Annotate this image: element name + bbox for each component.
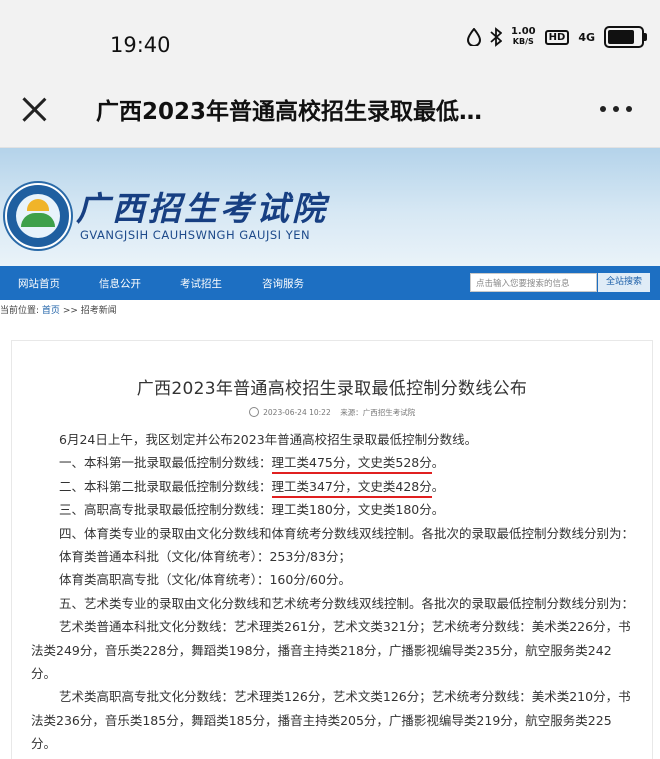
- signal-4g-icon: 4G: [578, 30, 595, 44]
- clock: 19:40: [110, 33, 171, 57]
- site-banner: 广西招生考试院 GVANGJSIH CAUHSWNGH GAUJSI YEN: [0, 148, 660, 266]
- data-saver-icon: [466, 28, 481, 46]
- site-nav: 网站首页 信息公开 考试招生 咨询服务 点击输入您要搜索的信息 全站搜索: [0, 266, 660, 300]
- article-date: 2023-06-24 10:22: [263, 408, 331, 417]
- intro: 6月24日上午，我区划定并公布2023年普通高校招生录取最低控制分数线。: [59, 432, 478, 447]
- more-options-button[interactable]: [600, 106, 632, 112]
- bluetooth-icon: [490, 27, 502, 47]
- status-bar: 19:40 1.00 KB/S HD 4G: [0, 0, 660, 72]
- art-1: 艺术类普通本科批文化分数线：艺术理类261分，艺术文类321分；艺术统考分数线：…: [31, 619, 631, 682]
- page-title: 广西2023年普通高校招生录取最低…: [96, 99, 483, 125]
- breadcrumb-home-link[interactable]: 首页: [42, 306, 60, 316]
- line-5: 五、艺术类专业的录取由文化分数线和艺术统考分数线双线控制。各批次的录取最低控制分…: [59, 595, 635, 611]
- network-speed: 1.00 KB/S: [510, 26, 536, 47]
- nav-consult[interactable]: 咨询服务: [262, 276, 304, 291]
- sports-1: 体育类普通本科批（文化/体育统考）：253分/83分；: [59, 549, 351, 565]
- article: 广西2023年普通高校招生录取最低控制分数线公布 2023-06-24 10:2…: [11, 340, 653, 759]
- art-2: 艺术类高职高专批文化分数线：艺术理类126分，艺术文类126分；艺术统考分数线：…: [31, 689, 631, 752]
- article-meta: 2023-06-24 10:22 来源：广西招生考试院: [12, 407, 652, 418]
- line-3: 三、高职高专批录取最低控制分数线：理工类180分，文史类180分。: [59, 502, 445, 518]
- site-logo[interactable]: [5, 183, 71, 249]
- breadcrumb: 当前位置: 首页 >> 招考新闻: [0, 306, 117, 316]
- nav-home[interactable]: 网站首页: [18, 276, 60, 291]
- article-title: 广西2023年普通高校招生录取最低控制分数线公布: [136, 379, 528, 399]
- line-1-scores: 理工类475分，文史类528分: [271, 455, 432, 475]
- nav-exam[interactable]: 考试招生: [180, 276, 222, 291]
- search-input[interactable]: 点击输入您要搜索的信息: [470, 273, 597, 292]
- line-2: 二、本科第二批录取最低控制分数线：理工类347分，文史类428分。: [31, 475, 634, 498]
- hd-icon: HD: [544, 29, 570, 45]
- browser-title-bar: 广西2023年普通高校招生录取最低…: [0, 72, 660, 148]
- clock-icon: [248, 407, 259, 417]
- line-1: 一、本科第一批录取最低控制分数线：理工类475分，文史类528分。: [31, 451, 634, 475]
- article-source: 来源：广西招生考试院: [340, 408, 416, 417]
- sports-2: 体育类高职高专批（文化/体育统考）：160分/60分。: [59, 572, 351, 588]
- article-body: 6月24日上午，我区划定并公布2023年普通高校招生录取最低控制分数线。 一、本…: [12, 418, 652, 756]
- close-button[interactable]: [20, 95, 48, 123]
- status-icons: 1.00 KB/S HD 4G: [466, 26, 647, 48]
- nav-info[interactable]: 信息公开: [99, 276, 141, 291]
- search-button[interactable]: 全站搜索: [598, 273, 650, 292]
- battery-icon: [604, 26, 647, 48]
- site-name-pinyin: GVANGJSIH CAUHSWNGH GAUJSI YEN: [80, 228, 311, 242]
- site-name: 广西招生考试院: [76, 189, 328, 228]
- line-4: 四、体育类专业的录取由文化分数线和体育统考分数线双线控制。各批次的录取最低控制分…: [59, 525, 635, 541]
- line-2-scores: 理工类347分，文史类428分: [271, 478, 432, 498]
